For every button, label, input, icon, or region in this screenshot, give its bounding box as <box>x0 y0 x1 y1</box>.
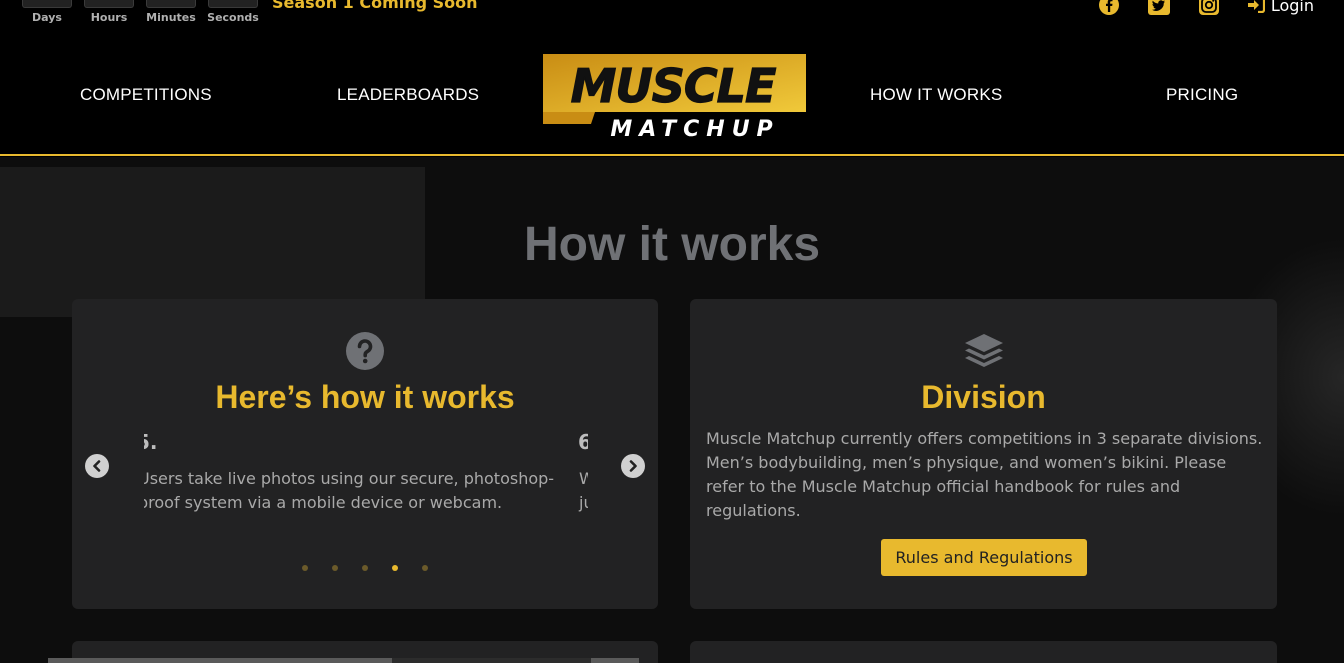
countdown-minutes: Minutes <box>144 0 198 24</box>
season-announcement: Season 1 Coming Soon <box>272 0 478 12</box>
countdown-minutes-label: Minutes <box>146 11 196 24</box>
carousel-dot[interactable] <box>332 565 338 571</box>
section-title: How it works <box>523 218 821 271</box>
question-circle-icon <box>345 331 385 375</box>
slide-text: Users take live photos using our secure,… <box>144 469 555 512</box>
facebook-icon[interactable] <box>1097 0 1121 15</box>
division-description: Muscle Matchup currently offers competit… <box>706 429 1263 520</box>
card-placeholder <box>690 641 1277 663</box>
card-title: Here’s how it works <box>215 379 515 415</box>
login-label: Login <box>1270 0 1314 15</box>
carousel-dot[interactable] <box>392 565 398 571</box>
carousel-dot[interactable] <box>422 565 428 571</box>
twitter-icon[interactable] <box>1147 0 1171 15</box>
countdown-days-label: Days <box>32 11 62 24</box>
countdown-minutes-box <box>146 0 196 8</box>
carousel-next-button[interactable] <box>621 454 645 478</box>
social-links: Login <box>1097 0 1314 15</box>
next-slide-number: 6. <box>578 430 588 454</box>
svg-text:MATCHUP: MATCHUP <box>610 117 779 140</box>
steps-carousel: 5. Users take live photos using our secu… <box>144 427 588 547</box>
slide-number: 5. <box>144 430 158 454</box>
countdown: Days Hours Minutes Seconds <box>20 0 260 24</box>
division-card: Division Muscle Matchup currently offers… <box>690 299 1277 609</box>
scrollbar-thumb[interactable] <box>591 658 639 663</box>
carousel-dot[interactable] <box>302 565 308 571</box>
main-nav: COMPETITIONS LEADERBOARDS MUSCLE MATCHUP… <box>0 30 1344 156</box>
rules-and-regulations-button[interactable]: Rules and Regulations <box>881 539 1087 576</box>
countdown-days-box <box>22 0 72 8</box>
next-slide-text: W ju p <box>579 469 588 512</box>
carousel-dot[interactable] <box>362 565 368 571</box>
muscle-matchup-logo[interactable]: MUSCLE MATCHUP <box>543 54 806 142</box>
how-it-works-section: How it works Here’s how it works 5. User… <box>0 157 1344 663</box>
svg-text:MUSCLE: MUSCLE <box>571 59 776 113</box>
chevron-left-icon <box>93 460 101 472</box>
countdown-seconds: Seconds <box>206 0 260 24</box>
countdown-seconds-box <box>208 0 258 8</box>
countdown-days: Days <box>20 0 74 24</box>
carousel-dots <box>72 565 658 571</box>
layers-icon <box>963 331 1005 377</box>
chevron-right-icon <box>629 460 637 472</box>
horizontal-scrollbar[interactable] <box>48 658 639 663</box>
login-link[interactable]: Login <box>1247 0 1314 15</box>
scrollbar-thumb[interactable] <box>48 658 392 663</box>
nav-how-it-works[interactable]: HOW IT WORKS <box>870 85 1002 105</box>
nav-pricing[interactable]: PRICING <box>1166 85 1238 105</box>
instagram-icon[interactable] <box>1197 0 1221 15</box>
card-title: Division <box>921 379 1046 415</box>
countdown-hours-box <box>84 0 134 8</box>
countdown-hours: Hours <box>82 0 136 24</box>
nav-leaderboards[interactable]: LEADERBOARDS <box>337 85 479 105</box>
countdown-hours-label: Hours <box>90 11 128 24</box>
countdown-seconds-label: Seconds <box>207 11 259 24</box>
sign-in-icon <box>1247 0 1265 13</box>
top-bar: Days Hours Minutes Seconds Season 1 Comi… <box>0 0 1344 30</box>
how-it-works-card: Here’s how it works 5. Users take live p… <box>72 299 658 609</box>
nav-competitions[interactable]: COMPETITIONS <box>80 85 212 105</box>
carousel-prev-button[interactable] <box>85 454 109 478</box>
